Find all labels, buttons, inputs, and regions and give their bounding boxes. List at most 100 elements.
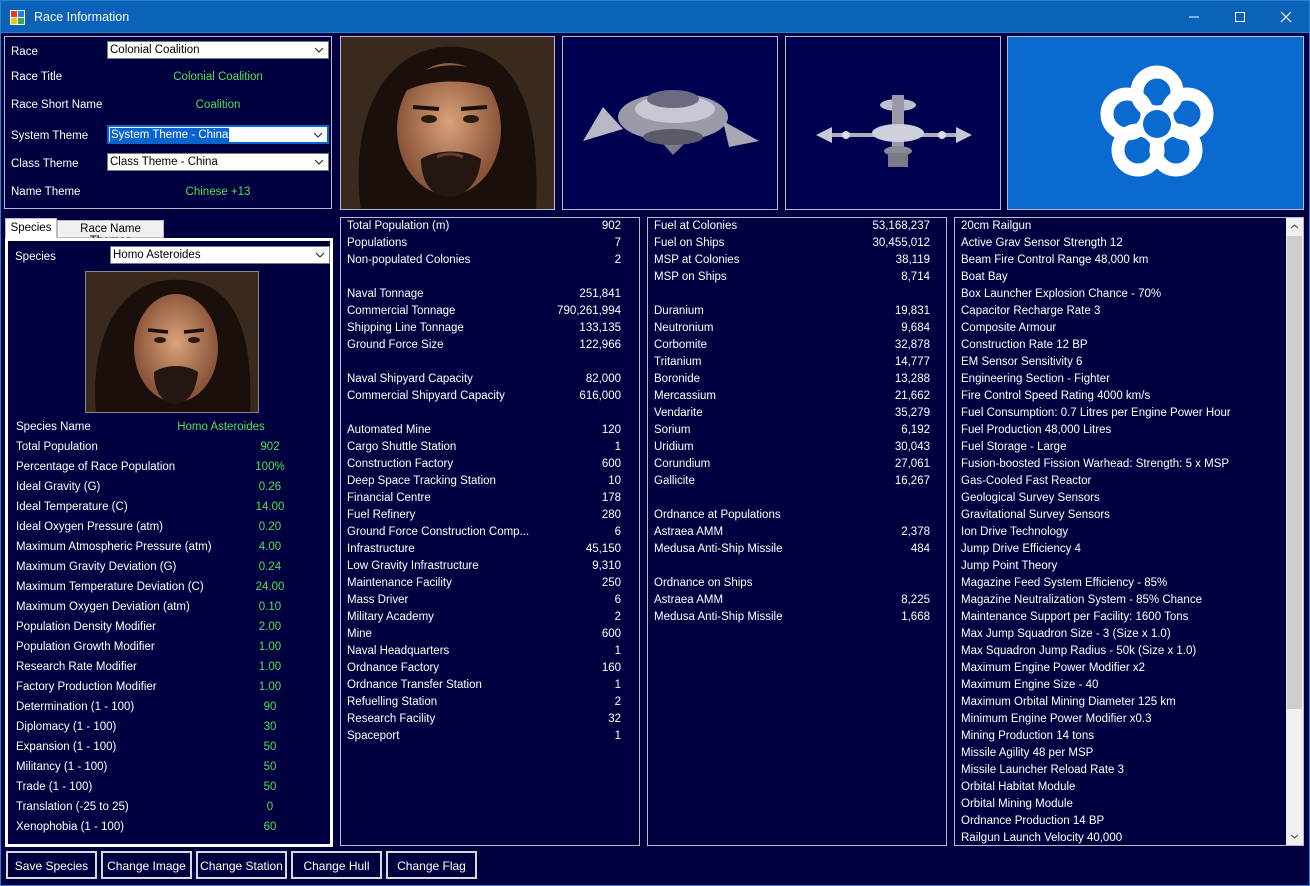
scroll-up-icon[interactable] bbox=[1286, 218, 1303, 235]
tech-list-item[interactable]: Composite Armour bbox=[961, 322, 1281, 339]
tab-race-name-themes[interactable]: Race Name Themes bbox=[57, 220, 164, 247]
minimize-button[interactable] bbox=[1171, 1, 1217, 33]
attribute-value: 0 bbox=[266, 801, 274, 813]
tech-list-item[interactable]: Ion Drive Technology bbox=[961, 526, 1281, 543]
tech-list-item[interactable]: Maximum Engine Size - 40 bbox=[961, 679, 1281, 696]
species-attribute-row: Population Density Modifier 2.00 bbox=[16, 621, 316, 639]
tech-list-item[interactable]: Orbital Habitat Module bbox=[961, 781, 1281, 798]
class-theme-select[interactable]: Class Theme - China bbox=[107, 153, 329, 171]
item-count: 1 bbox=[614, 645, 621, 657]
tech-list-item[interactable]: Mining Production 14 tons bbox=[961, 730, 1281, 747]
list-item: Tritanium 14,777 bbox=[654, 356, 944, 373]
tech-list-item[interactable]: Maximum Engine Power Modifier x2 bbox=[961, 662, 1281, 679]
list-item: Refuelling Station 2 bbox=[347, 696, 637, 713]
list-item: Vendarite 35,279 bbox=[654, 407, 944, 424]
race-flag-image[interactable] bbox=[1007, 36, 1304, 210]
item-name: Corundium bbox=[654, 458, 711, 470]
tech-list-item[interactable]: Geological Survey Sensors bbox=[961, 492, 1281, 509]
list-item: Mass Driver 6 bbox=[347, 594, 637, 611]
tech-list-item[interactable]: Gravitational Survey Sensors bbox=[961, 509, 1281, 526]
tech-list-item[interactable]: Max Jump Squadron Size - 3 (Size x 1.0) bbox=[961, 628, 1281, 645]
tech-list-item[interactable]: Railgun Launch Velocity 40,000 bbox=[961, 832, 1281, 845]
tech-list-item[interactable]: EM Sensor Sensitivity 6 bbox=[961, 356, 1281, 373]
list-item: Automated Mine 120 bbox=[347, 424, 637, 441]
tech-list-item[interactable]: Orbital Mining Module bbox=[961, 798, 1281, 815]
tech-list-item[interactable]: Active Grav Sensor Strength 12 bbox=[961, 237, 1281, 254]
list-item: Maintenance Facility 250 bbox=[347, 577, 637, 594]
tech-list-item[interactable]: Max Squadron Jump Radius - 50k (Size x 1… bbox=[961, 645, 1281, 662]
item-count: 600 bbox=[601, 458, 621, 470]
tab-species[interactable]: Species bbox=[5, 218, 57, 239]
species-select[interactable]: Homo Asteroides bbox=[110, 246, 330, 264]
maximize-button[interactable] bbox=[1217, 1, 1263, 33]
chevron-down-icon bbox=[311, 43, 327, 57]
tech-list-item[interactable]: Maximum Orbital Mining Diameter 125 km bbox=[961, 696, 1281, 713]
item-name: Infrastructure bbox=[347, 543, 415, 555]
tech-list-item[interactable]: Jump Drive Efficiency 4 bbox=[961, 543, 1281, 560]
species-attribute-row: Maximum Atmospheric Pressure (atm) 4.00 bbox=[16, 541, 316, 559]
tech-list-scrollbar[interactable] bbox=[1286, 218, 1303, 845]
tech-list-item[interactable]: Jump Point Theory bbox=[961, 560, 1281, 577]
tech-list-item[interactable]: Fuel Consumption: 0.7 Litres per Engine … bbox=[961, 407, 1281, 424]
attribute-label: Ideal Gravity (G) bbox=[16, 481, 101, 493]
item-name: Financial Centre bbox=[347, 492, 431, 504]
scrollbar-thumb[interactable] bbox=[1287, 236, 1302, 709]
window-title: Race Information bbox=[34, 10, 130, 24]
tech-list-item[interactable]: Magazine Neutralization System - 85% Cha… bbox=[961, 594, 1281, 611]
minimize-icon bbox=[1189, 16, 1199, 18]
item-name: Corbomite bbox=[654, 339, 708, 351]
save-species-button[interactable]: Save Species bbox=[6, 851, 97, 879]
tech-list-item[interactable]: Magazine Feed System Efficiency - 85% bbox=[961, 577, 1281, 594]
race-portrait-image[interactable] bbox=[340, 36, 555, 210]
tech-list-item[interactable]: Gas-Cooled Fast Reactor bbox=[961, 475, 1281, 492]
close-button[interactable] bbox=[1263, 1, 1309, 33]
change-station-button[interactable]: Change Station bbox=[196, 851, 287, 879]
item-name: Fuel on Ships bbox=[654, 237, 725, 249]
tech-list-item[interactable]: Engineering Section - Fighter bbox=[961, 373, 1281, 390]
tech-list-item[interactable]: Missile Launcher Reload Rate 3 bbox=[961, 764, 1281, 781]
item-name: Naval Shipyard Capacity bbox=[347, 373, 473, 385]
tech-list-item[interactable]: Fuel Storage - Large bbox=[961, 441, 1281, 458]
race-select[interactable]: Colonial Coalition bbox=[107, 41, 329, 59]
item-name: Fuel at Colonies bbox=[654, 220, 738, 232]
ship-hull-image[interactable] bbox=[562, 36, 778, 210]
item-count: 16,267 bbox=[894, 475, 930, 487]
system-theme-select[interactable]: System Theme - China bbox=[107, 125, 329, 144]
list-item: Total Population (m) 902 bbox=[347, 220, 637, 237]
item-name: Vendarite bbox=[654, 407, 703, 419]
tech-list-item[interactable]: Fuel Production 48,000 Litres bbox=[961, 424, 1281, 441]
tech-list-item[interactable]: Construction Rate 12 BP bbox=[961, 339, 1281, 356]
change-hull-button[interactable]: Change Hull bbox=[291, 851, 382, 879]
attribute-value: 0.26 bbox=[258, 481, 282, 493]
change-flag-button[interactable]: Change Flag bbox=[386, 851, 477, 879]
species-portrait-image[interactable] bbox=[85, 271, 259, 413]
change-image-button[interactable]: Change Image bbox=[101, 851, 192, 879]
tech-list-item[interactable]: 20cm Railgun bbox=[961, 220, 1281, 237]
tech-list-item[interactable]: Minimum Engine Power Modifier x0.3 bbox=[961, 713, 1281, 730]
species-attribute-row: Research Rate Modifier 1.00 bbox=[16, 661, 316, 679]
item-count: 280 bbox=[601, 509, 621, 521]
list-item: Boronide 13,288 bbox=[654, 373, 944, 390]
tech-list-item[interactable]: Boat Bay bbox=[961, 271, 1281, 288]
tech-list-item[interactable]: Beam Fire Control Range 48,000 km bbox=[961, 254, 1281, 271]
item-count: 32,878 bbox=[894, 339, 930, 351]
tech-list-item[interactable]: Fusion-boosted Fission Warhead: Strength… bbox=[961, 458, 1281, 475]
attribute-value: 50 bbox=[263, 781, 277, 793]
attribute-label: Ideal Oxygen Pressure (atm) bbox=[16, 521, 164, 533]
item-name: Low Gravity Infrastructure bbox=[347, 560, 479, 572]
station-image[interactable] bbox=[785, 36, 1001, 210]
tech-list-item[interactable]: Fire Control Speed Rating 4000 km/s bbox=[961, 390, 1281, 407]
known-technologies-list[interactable]: 20cm Railgun Active Grav Sensor Strength … bbox=[954, 217, 1304, 846]
tech-list-item[interactable]: Capacitor Recharge Rate 3 bbox=[961, 305, 1281, 322]
tech-list-item[interactable]: Ordnance Production 14 BP bbox=[961, 815, 1281, 832]
item-count: 10 bbox=[608, 475, 621, 487]
tech-list-item[interactable]: Missile Agility 48 per MSP bbox=[961, 747, 1281, 764]
tech-list-item[interactable]: Maintenance Support per Facility: 1600 T… bbox=[961, 611, 1281, 628]
item-name: Refuelling Station bbox=[347, 696, 438, 708]
attribute-label: Expansion (1 - 100) bbox=[16, 741, 117, 753]
attribute-label: Total Population bbox=[16, 441, 98, 453]
item-name: Ground Force Size bbox=[347, 339, 444, 351]
attribute-value: 1.00 bbox=[258, 661, 282, 673]
tech-list-item[interactable]: Box Launcher Explosion Chance - 70% bbox=[961, 288, 1281, 305]
scroll-down-icon[interactable] bbox=[1286, 828, 1303, 845]
